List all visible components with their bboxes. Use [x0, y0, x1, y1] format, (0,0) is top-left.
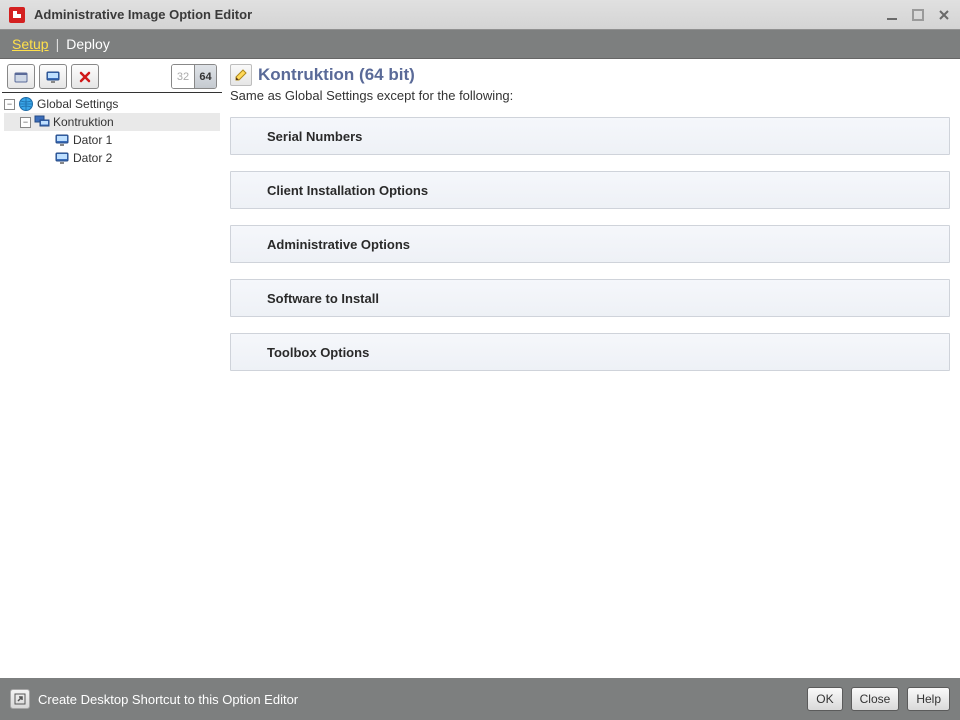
- section-label: Client Installation Options: [267, 183, 428, 198]
- bit-64-button[interactable]: 64: [194, 65, 216, 88]
- machine-group-icon: [34, 114, 50, 130]
- machine-icon: [54, 132, 70, 148]
- solidworks-logo-icon: [8, 6, 26, 24]
- shortcut-icon[interactable]: [10, 689, 30, 709]
- tree-node-machine-dator2[interactable]: Dator 2: [4, 149, 220, 167]
- globe-icon: [18, 96, 34, 112]
- create-shortcut-link[interactable]: Create Desktop Shortcut to this Option E…: [38, 692, 799, 707]
- section-administrative-options[interactable]: Administrative Options: [230, 225, 950, 263]
- tab-separator: |: [56, 36, 60, 52]
- section-label: Software to Install: [267, 291, 379, 306]
- sidebar-toolbar: 32 64: [2, 59, 222, 93]
- bit-32-button[interactable]: 32: [172, 65, 194, 88]
- maximize-button[interactable]: [910, 7, 926, 23]
- section-client-installation-options[interactable]: Client Installation Options: [230, 171, 950, 209]
- page-subtitle: Same as Global Settings except for the f…: [230, 88, 950, 103]
- close-button[interactable]: [936, 7, 952, 23]
- tree-node-machine-dator1[interactable]: Dator 1: [4, 131, 220, 149]
- tab-strip: Setup | Deploy: [0, 30, 960, 58]
- tree-label: Kontruktion: [53, 113, 114, 131]
- window-title: Administrative Image Option Editor: [34, 7, 884, 22]
- settings-tree: − Global Settings − Kontruktion: [0, 93, 224, 678]
- help-button[interactable]: Help: [907, 687, 950, 711]
- page-title: Kontruktion (64 bit): [258, 65, 415, 85]
- tab-deploy[interactable]: Deploy: [64, 32, 112, 56]
- add-machine-button[interactable]: [39, 64, 67, 89]
- section-label: Toolbox Options: [267, 345, 369, 360]
- tree-label: Dator 2: [73, 149, 112, 167]
- tree-collapse-icon[interactable]: −: [20, 117, 31, 128]
- tree-collapse-icon[interactable]: −: [4, 99, 15, 110]
- sidebar: 32 64 − Global Settings − Kon: [0, 59, 224, 678]
- titlebar: Administrative Image Option Editor: [0, 0, 960, 30]
- content-header: Kontruktion (64 bit): [230, 64, 950, 86]
- tree-node-group-kontruktion[interactable]: − Kontruktion: [4, 113, 220, 131]
- footer: Create Desktop Shortcut to this Option E…: [0, 678, 960, 720]
- edit-icon[interactable]: [230, 64, 252, 86]
- tree-label: Global Settings: [37, 95, 118, 113]
- minimize-button[interactable]: [884, 7, 900, 23]
- tree-node-global-settings[interactable]: − Global Settings: [4, 95, 220, 113]
- main-content: Kontruktion (64 bit) Same as Global Sett…: [224, 59, 960, 678]
- bitness-toggle: 32 64: [171, 64, 217, 89]
- add-group-button[interactable]: [7, 64, 35, 89]
- delete-button[interactable]: [71, 64, 99, 89]
- close-footer-button[interactable]: Close: [851, 687, 900, 711]
- section-toolbox-options[interactable]: Toolbox Options: [230, 333, 950, 371]
- section-label: Serial Numbers: [267, 129, 362, 144]
- section-label: Administrative Options: [267, 237, 410, 252]
- section-serial-numbers[interactable]: Serial Numbers: [230, 117, 950, 155]
- tab-setup[interactable]: Setup: [10, 32, 51, 56]
- section-software-to-install[interactable]: Software to Install: [230, 279, 950, 317]
- machine-icon: [54, 150, 70, 166]
- tree-label: Dator 1: [73, 131, 112, 149]
- ok-button[interactable]: OK: [807, 687, 842, 711]
